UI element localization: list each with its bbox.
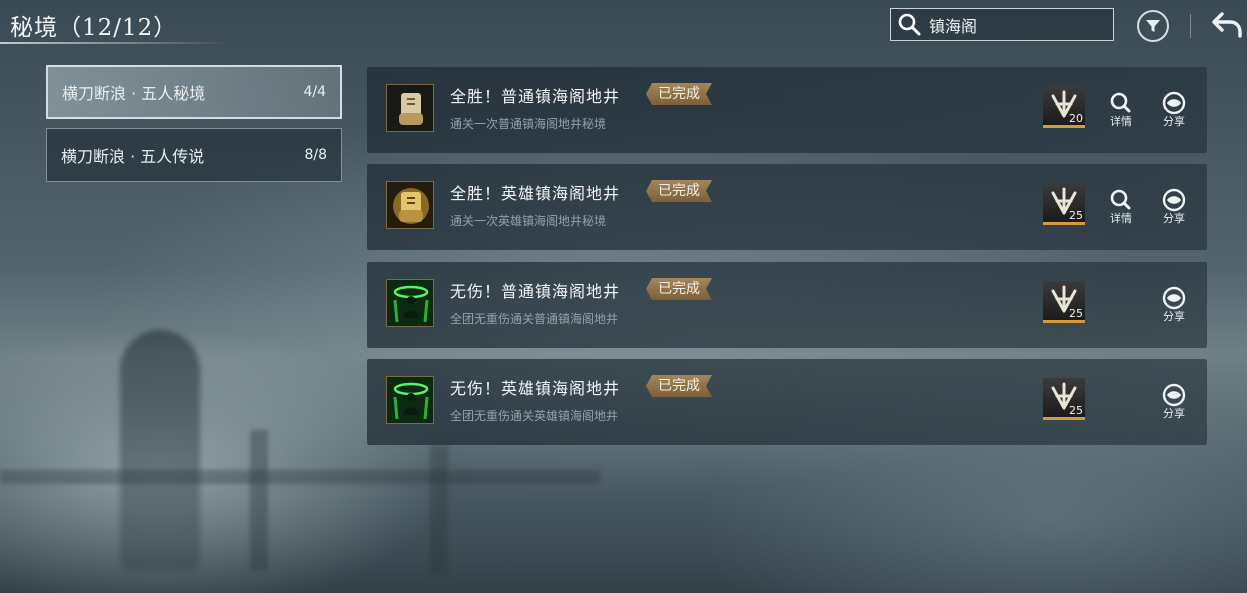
- detail-label: 详情: [1110, 212, 1132, 225]
- detail-button[interactable]: 详情: [1103, 91, 1139, 129]
- reward-item[interactable]: 25: [1043, 378, 1085, 420]
- page-title: 秘境（12/12）: [10, 15, 178, 41]
- background-railing: [0, 470, 600, 484]
- category-count: 8/8: [304, 147, 327, 163]
- achievement-description: 全团无重伤通关普通镇海阁地井: [450, 312, 619, 326]
- share-icon: [1162, 91, 1186, 115]
- search-value: 镇海阁: [929, 16, 978, 36]
- achievement-row: 无伤！普通镇海阁地井 已完成 全团无重伤通关普通镇海阁地井 25 分享: [367, 262, 1207, 348]
- header-divider: [1190, 14, 1191, 38]
- achievement-description: 通关一次英雄镇海阁地井秘境: [450, 214, 607, 228]
- share-label: 分享: [1163, 212, 1185, 225]
- category-label: 横刀断浪 · 五人秘境: [62, 84, 206, 103]
- share-button[interactable]: 分享: [1156, 286, 1192, 324]
- completed-badge: 已完成: [646, 375, 712, 397]
- achievement-title: 全胜！英雄镇海阁地井: [450, 184, 621, 203]
- achievement-title: 全胜！普通镇海阁地井: [450, 87, 621, 106]
- green-meditation-icon: [386, 279, 434, 327]
- search-input[interactable]: 镇海阁: [890, 8, 1114, 41]
- back-arrow-icon: [1212, 12, 1242, 38]
- share-button[interactable]: 分享: [1156, 383, 1192, 421]
- share-button[interactable]: 分享: [1156, 188, 1192, 226]
- achievement-description: 通关一次普通镇海阁地井秘境: [450, 117, 607, 131]
- reward-count: 20: [1069, 112, 1083, 125]
- detail-label: 详情: [1110, 115, 1132, 128]
- reward-item[interactable]: 20: [1043, 86, 1085, 128]
- green-meditation-icon: [386, 376, 434, 424]
- back-button[interactable]: [1210, 8, 1244, 42]
- scroll-fist-icon: [386, 84, 434, 132]
- completed-badge: 已完成: [646, 278, 712, 300]
- background-figure: [120, 330, 200, 570]
- reward-count: 25: [1069, 209, 1083, 222]
- reward-item[interactable]: 25: [1043, 183, 1085, 225]
- detail-button[interactable]: 详情: [1103, 188, 1139, 226]
- share-icon: [1162, 188, 1186, 212]
- achievement-row: 无伤！英雄镇海阁地井 已完成 全团无重伤通关英雄镇海阁地井 25 分享: [367, 359, 1207, 445]
- scroll-fist-icon: [386, 181, 434, 229]
- share-label: 分享: [1163, 407, 1185, 420]
- share-label: 分享: [1163, 115, 1185, 128]
- category-count: 4/4: [303, 84, 326, 100]
- achievement-description: 全团无重伤通关英雄镇海阁地井: [450, 409, 619, 423]
- achievement-title: 无伤！普通镇海阁地井: [450, 282, 621, 301]
- completed-badge: 已完成: [646, 83, 712, 105]
- category-label: 横刀断浪 · 五人传说: [61, 147, 205, 166]
- achievement-row: 全胜！普通镇海阁地井 已完成 通关一次普通镇海阁地井秘境 20 详情 分享: [367, 67, 1207, 153]
- magnifier-icon: [1110, 92, 1131, 113]
- reward-count: 25: [1069, 404, 1083, 417]
- share-button[interactable]: 分享: [1156, 91, 1192, 129]
- background-post: [250, 430, 268, 570]
- magnifier-icon: [1110, 189, 1131, 210]
- share-icon: [1162, 383, 1186, 407]
- reward-item[interactable]: 25: [1043, 281, 1085, 323]
- achievement-row: 全胜！英雄镇海阁地井 已完成 通关一次英雄镇海阁地井秘境 25 详情 分享: [367, 164, 1207, 250]
- background-post: [430, 445, 448, 575]
- category-item-legend[interactable]: 横刀断浪 · 五人传说 8/8: [46, 128, 342, 182]
- share-icon: [1162, 286, 1186, 310]
- filter-button[interactable]: [1137, 10, 1169, 42]
- search-icon: [898, 13, 921, 35]
- funnel-icon: [1146, 20, 1160, 32]
- reward-count: 25: [1069, 307, 1083, 320]
- share-label: 分享: [1163, 310, 1185, 323]
- category-item-secret-realm[interactable]: 横刀断浪 · 五人秘境 4/4: [46, 65, 342, 119]
- title-underline: [0, 42, 230, 44]
- achievement-title: 无伤！英雄镇海阁地井: [450, 379, 621, 398]
- completed-badge: 已完成: [646, 180, 712, 202]
